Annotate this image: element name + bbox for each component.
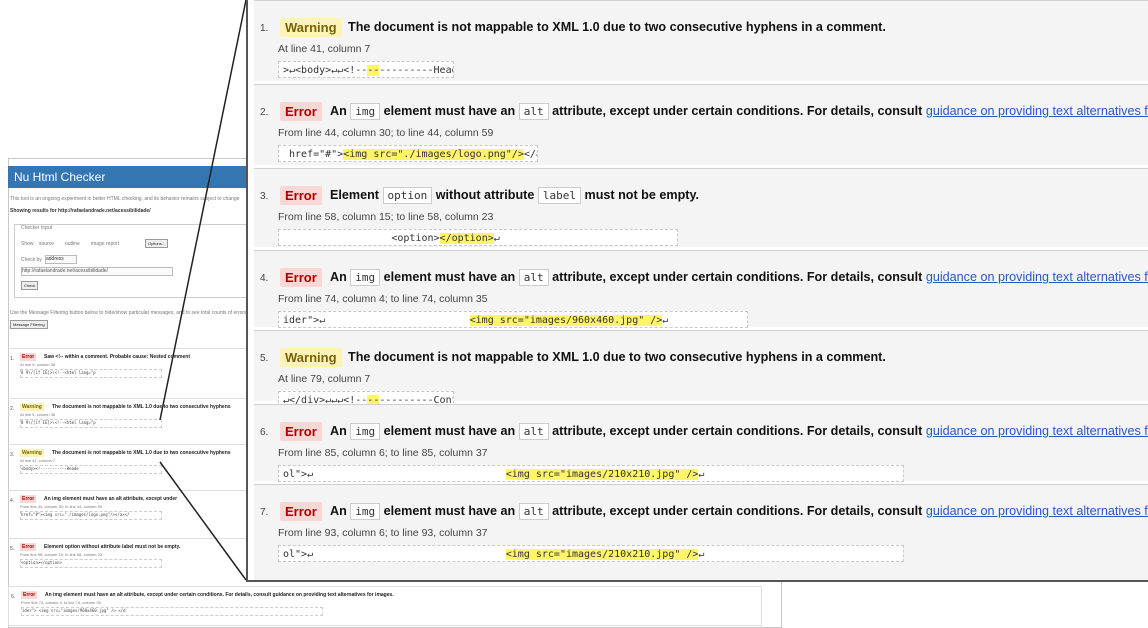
item-number: 3.: [260, 191, 269, 202]
result-item: 5. Warning The document is not mappable …: [254, 330, 1148, 408]
message-location: At line 41, column 7: [278, 43, 371, 55]
message-location: From line 44, column 30; to line 44, col…: [278, 127, 494, 139]
code-extract: ol">↵ <img src="images/210x210.jpg" />↵: [278, 465, 904, 482]
message-text: The document is not mappable to XML 1.0 …: [348, 350, 886, 364]
message-text: An img element must have an alt attribut…: [330, 423, 1148, 440]
code-extract: <option></option>↵: [278, 229, 678, 246]
message-location: From line 85, column 6; to line 85, colu…: [278, 447, 488, 459]
warning-badge: Warning: [280, 348, 342, 367]
message-text: An img element must have an alt attribut…: [330, 269, 1148, 286]
code-extract: ol">↵ <img src="images/210x210.jpg" />↵: [278, 545, 904, 562]
zoom-line-top: [159, 0, 247, 421]
item-number: 6.: [260, 427, 269, 438]
guidance-link[interactable]: guidance on providing text alternatives …: [926, 424, 1148, 438]
code-extract: ider">↵ <img src="images/960x460.jpg" />…: [278, 311, 748, 328]
code-extract: >↵<body>↵↵<!-------------Heade: [278, 61, 454, 78]
guidance-link[interactable]: guidance on providing text alternatives …: [926, 104, 1148, 118]
result-item: 2. Error An img element must have an alt…: [254, 84, 1148, 165]
result-item: 6. Error An img element must have an alt…: [254, 404, 1148, 482]
warning-badge: Warning: [280, 18, 342, 37]
item-number: 5.: [260, 353, 269, 364]
message-text: Element option without attribute label m…: [330, 187, 700, 204]
message-location: At line 79, column 7: [278, 373, 371, 385]
error-badge: Error: [280, 186, 322, 205]
message-location: From line 74, column 4; to line 74, colu…: [278, 293, 488, 305]
item-number: 1.: [260, 23, 269, 34]
item-number: 4.: [260, 273, 269, 284]
error-badge: Error: [280, 102, 322, 121]
zoom-line-bottom: [159, 461, 247, 581]
item-number: 2.: [260, 107, 269, 118]
guidance-link[interactable]: guidance on providing text alternatives …: [926, 504, 1148, 518]
message-text: The document is not mappable to XML 1.0 …: [348, 20, 886, 34]
message-location: From line 93, column 6; to line 93, colu…: [278, 527, 488, 539]
result-item: 4. Error An img element must have an alt…: [254, 250, 1148, 328]
result-item: 7. Error An img element must have an alt…: [254, 484, 1148, 580]
guidance-link[interactable]: guidance on providing text alternatives …: [926, 270, 1148, 284]
item-number: 7.: [260, 507, 269, 518]
zoomed-results-panel: 1. Warning The document is not mappable …: [246, 0, 1148, 582]
message-location: From line 58, column 15; to line 58, col…: [278, 211, 494, 223]
result-item: 3. Error Element option without attribut…: [254, 168, 1148, 247]
message-text: An img element must have an alt attribut…: [330, 503, 1148, 520]
code-extract: href="#"><img src="./images/logo.png"/><…: [278, 145, 538, 162]
message-text: An img element must have an alt attribut…: [330, 103, 1148, 120]
error-badge: Error: [280, 268, 322, 287]
error-badge: Error: [280, 502, 322, 521]
result-item: 1. Warning The document is not mappable …: [254, 0, 1148, 81]
error-badge: Error: [280, 422, 322, 441]
